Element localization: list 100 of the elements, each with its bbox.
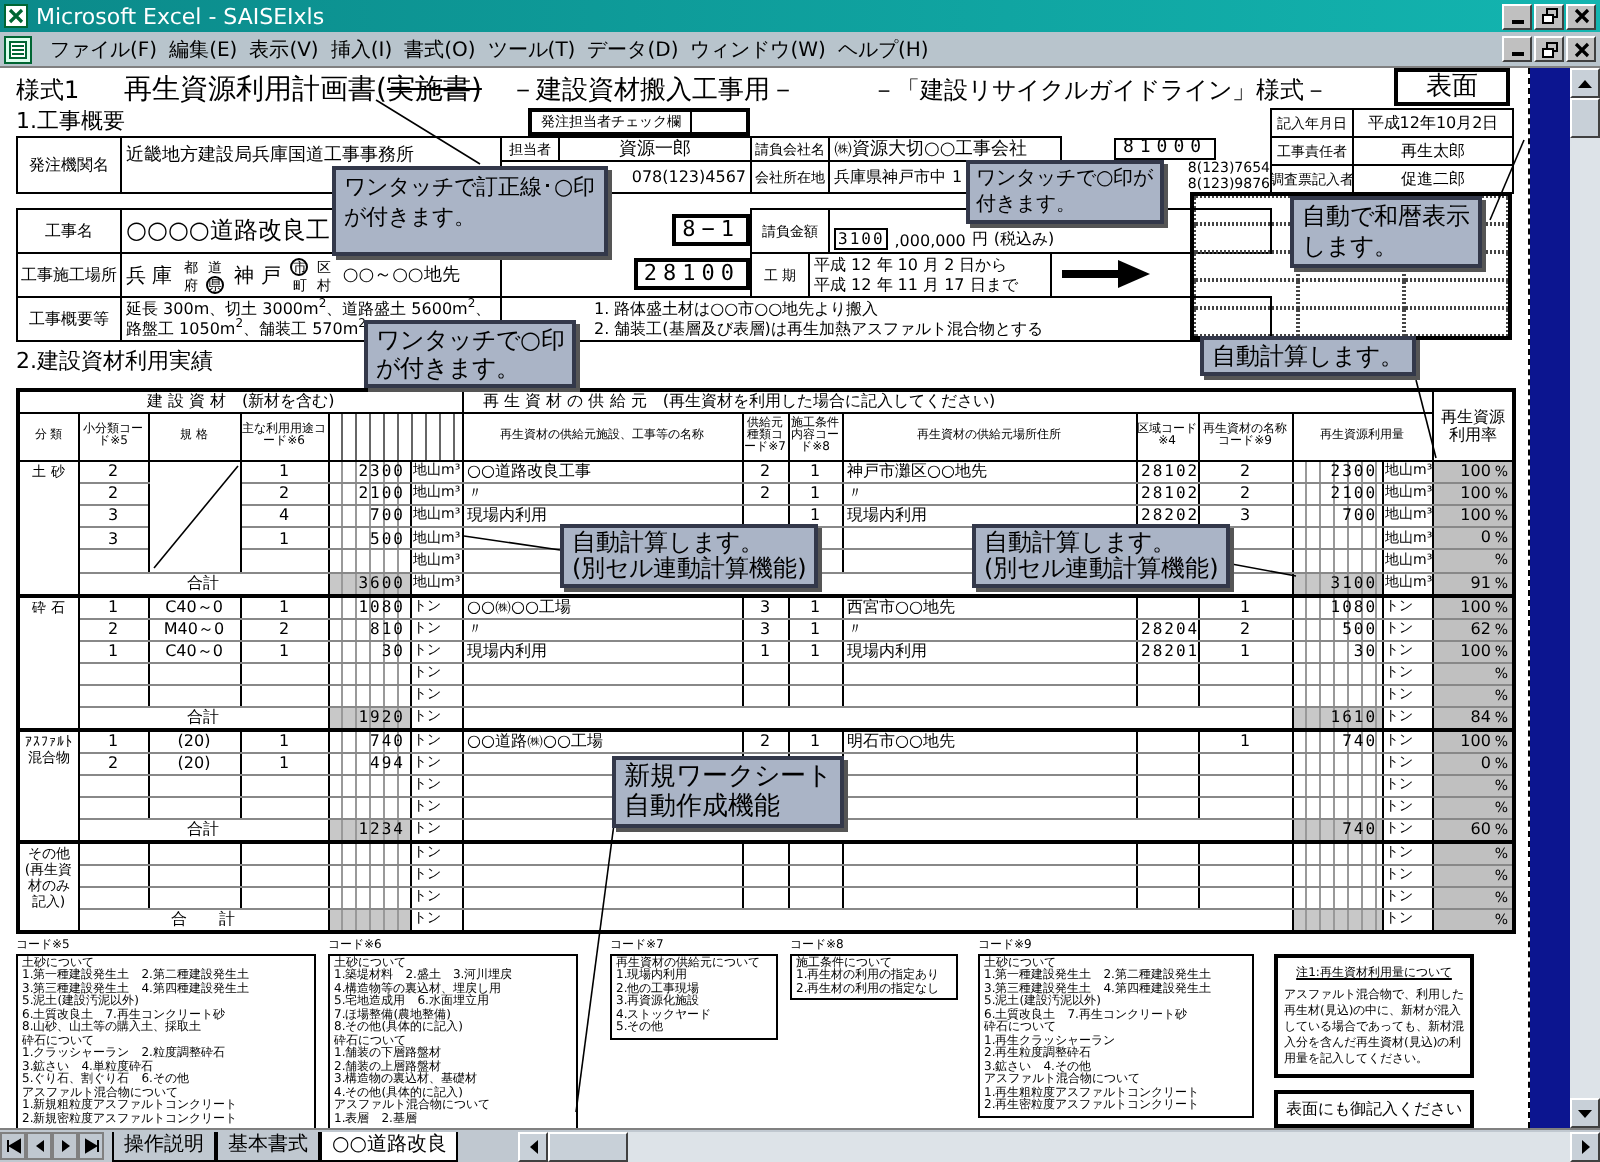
up-arrow-icon [1578,79,1592,87]
table-cell: 3 [759,598,771,616]
sheet-nav-button[interactable] [78,1132,104,1160]
sheet-tab[interactable]: 基本書式 [216,1131,320,1161]
sheet-nav-button[interactable] [52,1132,78,1160]
comment-callout: 新規ワークシート 自動作成機能 [612,756,844,828]
workbook-close-button[interactable] [1566,36,1596,62]
arrow-icon [1062,260,1150,288]
previous-sheet-icon [31,1138,47,1154]
scroll-left-button[interactable] [518,1131,549,1161]
phone-number: 078(123)4567 [631,168,746,186]
sheet-tab[interactable]: ○○道路改良 [320,1131,459,1161]
table-cell: 1234 [358,820,405,838]
table-cell: 1 [107,598,119,616]
field-value: 促進二郎 [1401,168,1465,190]
prefecture-name: 兵 庫 [126,263,173,289]
table-cell: 1 [809,642,821,660]
table-cell: ○○道路㈱○○工場 [467,732,603,750]
table-cell: 28102 [1141,484,1200,503]
window-close-button[interactable] [1566,3,1596,29]
menu-item[interactable]: 挿入(I) [324,35,399,63]
table-cell: 0 [1480,528,1491,547]
table-cell: 4 [278,506,290,525]
currency-text: 円 [971,228,988,250]
workbook-restore-button[interactable] [1534,36,1564,62]
workbook-minimize-button[interactable] [1502,36,1532,62]
menu-item[interactable]: 書式(O) [398,35,482,63]
menu-item[interactable]: 編集(E) [163,35,244,63]
menu-item[interactable]: ツール(T) [481,35,582,63]
menu-item[interactable]: 表示(V) [243,35,325,63]
table-cell: 100 [1460,731,1491,749]
table-cell: 〃 [847,620,864,638]
window-restore-button[interactable] [1534,3,1564,29]
table-cell: 1 [278,598,290,616]
comment-callout: ワンタッチで訂正線･○印 が付きます。 [332,166,608,256]
table-cell: 1 [278,642,290,660]
code-field: 28100 [633,258,750,290]
table-cell: 28202 [1141,506,1200,525]
scroll-thumb[interactable] [1570,98,1600,138]
total-label: 合計 [187,708,219,726]
section-heading: 2.建設資材利用実績 [16,346,213,378]
table-cell: 2 [107,462,119,481]
scroll-down-button[interactable] [1570,1098,1600,1128]
table-cell: 1 [107,732,119,750]
table-cell: 2300 [1330,462,1378,481]
table-cell: 1 [809,462,821,481]
table-cell: 28201 [1141,642,1200,660]
restore-icon [1541,41,1557,57]
table-cell: ○○㈱○○工場 [467,598,571,616]
city-name: 神 戸 [234,263,281,289]
sheet-tab[interactable]: 操作説明 [112,1131,216,1161]
table-cell: C40～0 [165,598,223,616]
sheet-nav-button[interactable] [26,1132,52,1160]
total-label: 合計 [187,574,219,592]
right-arrow-icon [1581,1139,1589,1153]
form-label: 様式1 [16,74,82,108]
down-arrow-icon [1578,1109,1592,1117]
table-cell: 3 [1239,506,1251,525]
workbook-icon [4,35,32,63]
comment-callout: 自動計算します。 [1200,336,1416,376]
field-label: 工事名 [45,220,93,242]
table-cell: 1 [278,462,290,481]
sheet-nav-button[interactable] [0,1132,26,1160]
field-label: 発注機関名 [29,154,109,176]
table-cell: 1 [278,754,290,772]
table-cell: 84 [1470,707,1491,725]
table-cell: 740 [1342,820,1378,838]
table-cell: 1 [1239,642,1251,660]
summary-text: 延長 300m、切土 3000m$^{2}$、道路盛土 5600m$^{2}$、 [126,299,492,318]
table-cell: 1 [809,484,821,503]
table-cell: 1 [1239,732,1251,750]
table-cell: (20) [177,732,211,750]
table-cell: 3 [107,506,119,525]
total-label: 合計 [187,820,219,838]
tax-note: (税込み) [993,228,1055,250]
scroll-thumb[interactable] [548,1131,629,1161]
menu-item[interactable]: ウィンドウ(W) [684,35,832,63]
document-subtitle: －建設資材搬入工事用－ [509,74,796,108]
table-cell: 1 [107,642,119,660]
amount-text: ,000,000 [894,232,966,250]
menu-item[interactable]: データ(D) [581,35,685,63]
date-range-text: 平成 12 年 10 月 2 日から [814,255,1008,275]
table-cell: 2 [759,484,771,503]
table-cell: 28204 [1141,620,1200,638]
table-cell: 2300 [358,462,405,481]
scroll-up-button[interactable] [1570,68,1600,98]
note-text: 1. 路体盛土材は○○市○○地先より搬入 [594,299,879,319]
table-cell: 1920 [358,708,405,726]
place-name: ○○～○○地先 [342,263,460,288]
window-minimize-button[interactable] [1502,3,1532,29]
menu-item[interactable]: ファイル(F) [44,35,164,63]
menu-item[interactable]: ヘルプ(H) [831,35,935,63]
date-range-text: 平成 12 年 11 月 17 日まで [814,275,1018,295]
comment-callout: ワンタッチで○印が 付きます。 [966,160,1164,224]
form-style-label: －「建設リサイクルガイドライン」様式－ [871,74,1328,108]
table-cell: 1 [809,598,821,616]
table-cell: 3 [107,529,119,548]
scroll-right-button[interactable] [1570,1131,1600,1161]
table-cell: 62 [1470,619,1491,637]
table-cell: M40～0 [163,620,225,638]
